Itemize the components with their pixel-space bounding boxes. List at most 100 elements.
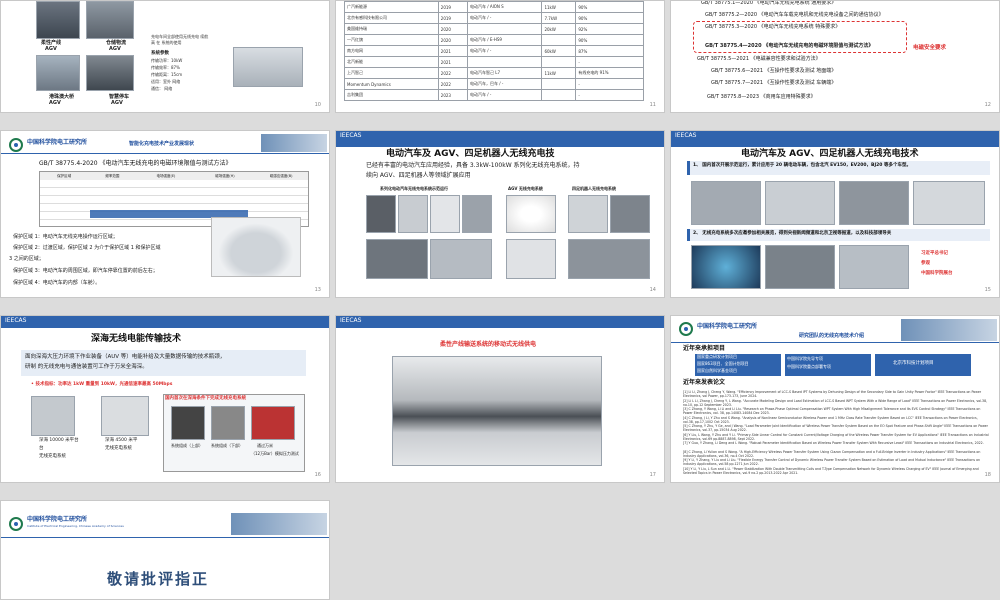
brand-label: IEECAS	[675, 132, 697, 139]
page-number: 13	[314, 287, 321, 293]
page-number: 15	[984, 287, 991, 293]
photo-system-upper	[171, 406, 205, 440]
table-row: 广汽新能源 2019 电动汽车 / AION S 11kW 90%	[344, 1, 644, 13]
table-cell	[466, 23, 543, 35]
photo-quadruped-3	[568, 239, 650, 279]
label-flexible-line-agv: AGV	[45, 46, 57, 52]
std-line-2: GB/T 38775.2—2020 《电动汽车车载充电机和无线充电设备之间的通信…	[705, 12, 884, 18]
table-cell	[541, 34, 577, 46]
project-1: 国家重点研发计划项目	[697, 354, 737, 359]
org-name: 中国科学院电工研究所	[27, 139, 88, 146]
table-cell: 60kW	[541, 45, 577, 57]
slide-header: 智能化充电技术产业发展现状	[129, 141, 195, 147]
table-cell	[541, 78, 577, 90]
point-2: 2、 无线充电系统多次应邀参加相关展览，得到央视新闻频道和北京卫视等报道，以及科…	[693, 231, 892, 236]
param-3: 传输距离：15cm	[151, 72, 183, 77]
page-number: 18	[984, 472, 991, 478]
photo-vehicles-4	[913, 181, 985, 225]
slide-thumbnail-11[interactable]: 广汽新能源 2019 电动汽车 / AION S 11kW 90% 北京有感科技有限公司 2…	[335, 0, 665, 113]
table-cell: 92%	[575, 23, 644, 35]
header-photo	[901, 319, 997, 341]
cap-1b: 台	[39, 446, 44, 451]
page-number: 14	[649, 287, 656, 293]
table-cell: 20kW	[541, 23, 577, 35]
cap-6: 系统组成（下部）	[211, 443, 243, 448]
slide-thumbnail-13[interactable]: 中国科学院电工研究所 智能化充电技术产业发展现状 GB/T 38775.4-20…	[0, 130, 330, 298]
reference-item: [9] Y Li, Y Zhang, Y Liu and Li Liu. "Fl…	[683, 458, 981, 466]
zone-2: 保护区域 2：过渡区域，保护区域 2 为介于保护区域 1 和保护区域	[13, 245, 161, 251]
photo-vehicles-3	[839, 181, 909, 225]
table-cell: 2020	[437, 23, 468, 35]
slide-thumbnail-15[interactable]: IEECAS 电动汽车及 AGV、四足机器人无线充电技术 1、 国内首次开展示范…	[670, 130, 1000, 298]
cap-1: 深海 10000 米平台	[39, 438, 79, 443]
table-cell: -	[575, 89, 644, 101]
table-cell: 2021	[437, 45, 468, 57]
car-diagram	[211, 217, 301, 277]
org-name: 中国科学院电工研究所	[27, 516, 88, 523]
table-cell: 2022	[437, 78, 468, 90]
project-4: 中国科学院先导专项	[787, 356, 823, 361]
project-6: 北京市科技计划项目	[893, 361, 934, 366]
photo-expo-1	[691, 245, 761, 289]
slide-title: 电动汽车及 AGV、四足机器人无线充电技	[386, 149, 555, 159]
photo-agv-2	[506, 239, 556, 279]
table-cell: 2019	[437, 12, 468, 24]
header-photo	[261, 134, 327, 152]
table-cell: 7.7kW	[541, 12, 577, 24]
zone-4: 保护区域 4：电动汽车的内部（车舱）。	[13, 280, 101, 286]
page-number: 11	[649, 102, 656, 108]
empty-area	[335, 500, 1000, 600]
slide-thumbnail-18[interactable]: 中国科学院电工研究所 研究团队的无线充电技术介绍 近年来承担项目 国家重点研发计…	[670, 315, 1000, 483]
label-parking-agv: AGV	[111, 100, 123, 106]
cas-logo-icon	[9, 517, 23, 531]
table-cell: 电动汽车，巴车 / -	[466, 78, 543, 90]
project-2: 国家863项目、全国计划项目	[697, 361, 749, 366]
table-row: 北汽新能 2021 -	[344, 56, 644, 68]
photo-ev-5	[366, 239, 428, 279]
caption-ev-demo: 系列化电动汽车无线充电系统示范运行	[380, 186, 448, 191]
photo-conveyor	[392, 356, 602, 466]
table-cell: 90%	[575, 1, 644, 13]
photo-quadruped-1	[568, 195, 608, 233]
photo-parking	[86, 55, 134, 91]
intro-line-1: 面向深海大压力环境下作业装备（AUV 等）电能补给及大量数据传输的技术瓶颈，	[25, 354, 226, 360]
table-cell: 吉利集团	[344, 89, 439, 101]
table-cell: 上汽智己	[344, 67, 439, 79]
table-cell: 2021	[437, 56, 468, 68]
cap-2: 无线充电系统	[39, 454, 66, 459]
photo-platform-2	[101, 396, 149, 436]
table-cell: 一汽红旗	[344, 34, 439, 46]
slide-thumbnail-10[interactable]: 柔性产线 AGV 仓储物流 AGV 港珠澳大桥 AGV 智慧停车 AGV 充电车…	[0, 0, 330, 113]
slide-thumbnail-16[interactable]: IEECAS 深海无线电能传输技术 面向深海大压力环境下作业装备（AUV 等）电…	[0, 315, 330, 483]
page-number: 16	[314, 472, 321, 478]
std-line-6: GB/T 38775.6—2021 《互操作性要求及测试 地面端》	[711, 68, 837, 74]
params-title: 系统参数	[151, 51, 169, 56]
table-cell: 87%	[575, 45, 644, 57]
org-name: 中国科学院电工研究所	[697, 323, 758, 330]
table-cell: 90%	[575, 34, 644, 46]
photo-warehouse	[86, 1, 134, 39]
table-cell: 2022	[437, 67, 468, 79]
table-cell	[541, 56, 577, 68]
table-cell: 电动汽车智己 L7	[466, 67, 543, 79]
table-cell: 北汽新能	[344, 56, 439, 68]
side-note-1: 习近平总书记	[921, 251, 948, 256]
col-b: 磁感应强度(B)	[269, 174, 293, 178]
slide-thumbnail-14[interactable]: IEECAS 电动汽车及 AGV、四足机器人无线充电技 已经有丰富的电动汽车应用…	[335, 130, 665, 298]
closing-text: 敬请批评指正	[107, 570, 210, 588]
slide-thumbnail-12[interactable]: GB/T 38775.1—2020 《电动汽车无线充电系统 通用要求》 GB/T…	[670, 0, 1000, 113]
table-cell: -	[575, 78, 644, 90]
slide-thumbnail-19[interactable]: 中国科学院电工研究所 Institute of Electrical Engin…	[0, 500, 330, 600]
table-row: 南方电网 2021 电动汽车 / -60kW 87%	[344, 45, 644, 57]
photo-ev	[233, 47, 303, 87]
cas-logo-icon	[679, 322, 693, 336]
intro-line-2: 研制 的无线充电与通信装置可工作于万米全海深。	[25, 364, 148, 370]
std-line-8: GB/T 38775.8—2023 《商用车应用特殊要求》	[707, 94, 816, 100]
table-row: 吉利集团 2023 电动汽车 / - -	[344, 89, 644, 101]
slide-thumbnail-17[interactable]: IEECAS 柔性产线输送系统的移动式无线供电 17	[335, 315, 665, 483]
header-photo	[231, 513, 327, 535]
reference-item: [5] C Zhang, Y Zhu, Y Ge, and J Wang. "L…	[683, 424, 988, 432]
table-row: 一汽红旗 2020 电动汽车 / E-HS9 90%	[344, 34, 644, 46]
table-cell	[466, 56, 543, 68]
std-line-1: GB/T 38775.1—2020 《电动汽车无线充电系统 通用要求》	[701, 0, 837, 6]
